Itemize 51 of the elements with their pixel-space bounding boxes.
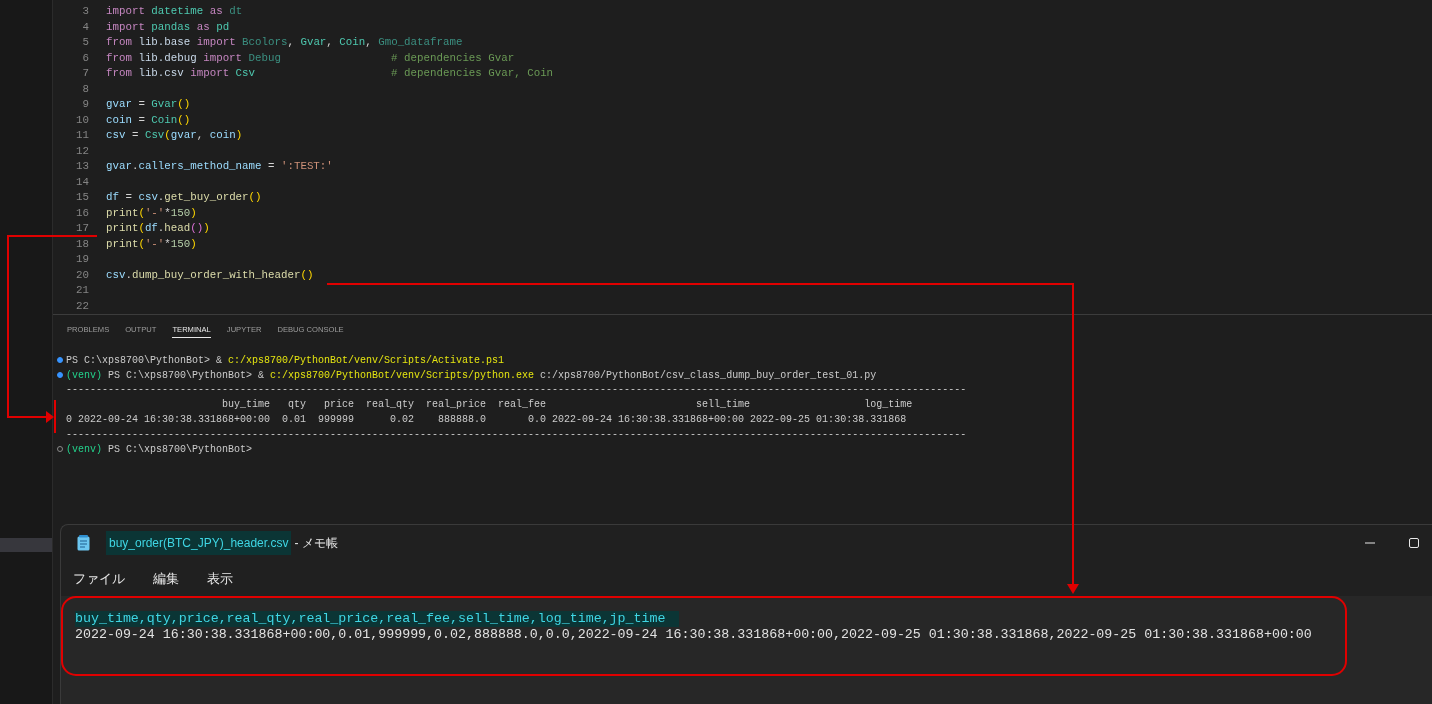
line-number: 8 — [81, 81, 89, 97]
code-line: print('-'*150) — [106, 205, 197, 221]
sidebar-highlight — [0, 538, 52, 552]
terminal-output: 0 2022-09-24 16:30:38.331868+00:00 0.01 999999 0.02 888888.0 0.0 2022-09-24 16:30:38.331868+00:00 2022-09-25 01:30:38.331868 — [66, 414, 907, 426]
line-number: 12 — [75, 143, 89, 159]
line-number: 14 — [75, 174, 89, 190]
notepad-icon — [77, 535, 90, 551]
line-number: 11 — [75, 128, 89, 143]
terminal-output: ------------------------------------------------------------------------------------------------------------------------------------------------------ — [66, 428, 967, 440]
code-line: csv = Csv(gvar, coin) — [106, 128, 243, 143]
line-number: 17 — [75, 221, 89, 236]
code-line: import pandas as pd — [106, 19, 230, 35]
line-number: 15 — [75, 190, 89, 205]
line-number: 5 — [81, 35, 89, 50]
code-line: gvar.callers_method_name = ':TEST:' — [106, 159, 333, 174]
code-line: from lib.debug import Debug # dependencies Gvar — [106, 50, 515, 66]
line-number: 13 — [75, 159, 89, 174]
line-number: 6 — [81, 50, 89, 66]
code-line: print('-'*150) — [106, 236, 197, 252]
menu-item[interactable]: ファイル — [73, 569, 125, 588]
line-number: 9 — [81, 97, 89, 112]
menu-item[interactable]: 編集 — [153, 569, 179, 588]
line-number: 18 — [75, 236, 89, 252]
code-line: df = csv.get_buy_order() — [106, 190, 262, 205]
window-title: buy_order(BTC_JPY)_header.csv — [106, 531, 292, 555]
terminal-command: PS C:\xps8700\PythonBot> & c:/xps8700/PythonBot/venv/Scripts/Activate.ps1 — [66, 354, 505, 366]
line-number: 16 — [75, 205, 89, 221]
annotation-marker — [54, 400, 56, 433]
terminal-command: (venv) PS C:\xps8700\PythonBot> — [66, 443, 253, 455]
code-line: import datetime as dt — [106, 4, 243, 19]
line-number: 7 — [81, 66, 89, 81]
maximize-icon[interactable] — [1409, 538, 1419, 548]
terminal-output: ------------------------------------------------------------------------------------------------------------------------------------------------------ — [66, 384, 967, 396]
terminal-command: (venv) PS C:\xps8700\PythonBot> & c:/xps8700/PythonBot/venv/Scripts/python.exe c:/xps8700/PythonBot/csv_class_dump_buy_order_test_01.py — [66, 369, 877, 381]
app-name: - メモ帳 — [294, 534, 338, 552]
line-number: 10 — [75, 112, 89, 128]
text-line: 2022-09-24 16:30:38.331868+00:00,0.01,999999,0.02,888888.0,0.0,2022-09-24 16:30:38.331868+00:00,2022-09-25 01:30:38.331868,2022-09-25 01:30:38.331868+00:00 — [75, 627, 1312, 643]
menu-item[interactable]: 表示 — [207, 569, 233, 588]
code-line: from lib.base import Bcolors, Gvar, Coin, Gmo_dataframe — [106, 35, 463, 50]
code-line: coin = Coin() — [106, 112, 191, 128]
code-line: print(df.head()) — [106, 221, 210, 236]
line-number: 20 — [75, 267, 89, 283]
line-number: 3 — [81, 4, 89, 19]
line-number: 21 — [75, 283, 89, 298]
terminal-output: buy_time qty price real_qty real_price real_fee sell_time log_time — [221, 399, 913, 411]
code-line: from lib.csv import Csv # dependencies Gvar, Coin — [106, 66, 554, 81]
code-line: csv.dump_buy_order_with_header() — [106, 267, 314, 283]
line-number: 19 — [75, 252, 89, 267]
code-line: gvar = Gvar() — [106, 97, 191, 112]
line-number: 22 — [75, 298, 89, 314]
line-number: 4 — [81, 19, 89, 35]
